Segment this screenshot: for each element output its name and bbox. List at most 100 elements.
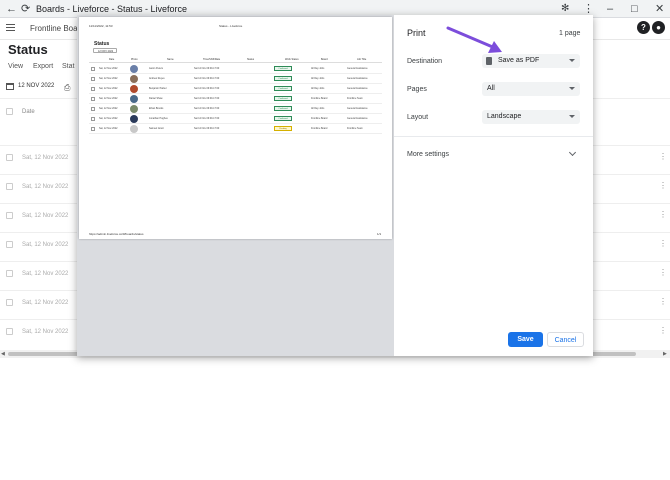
preview-col-status: Status <box>247 58 255 61</box>
row-date: Sat, 12 Nov 2022 <box>22 300 69 306</box>
preview-row-date: Sat, 12 Nov 2022 <box>99 67 118 70</box>
preview-row-avatar <box>130 115 138 123</box>
date-filter-value: 12 NOV 2022 <box>18 83 55 89</box>
preview-row-checkbox <box>91 87 95 91</box>
preview-row-name: Samuel Grant <box>149 127 164 130</box>
preview-row-name: Daniel Shaw <box>149 97 163 100</box>
preview-table-row: Sat, 12 Nov 2022 Ethan Brooks Sat 12 Nov 0… <box>89 105 382 114</box>
select-all-checkbox[interactable] <box>6 108 13 115</box>
preview-row-date: Sat, 12 Nov 2022 <box>99 77 118 80</box>
row-checkbox[interactable] <box>6 299 13 306</box>
menu-view[interactable]: View <box>8 63 23 70</box>
maximize-icon[interactable]: □ <box>631 2 638 16</box>
reload-icon[interactable]: ⟳ <box>21 2 30 16</box>
row-checkbox[interactable] <box>6 241 13 248</box>
minimize-icon[interactable]: – <box>607 2 613 16</box>
row-more-icon[interactable]: ⋮ <box>659 153 667 161</box>
row-more-icon[interactable]: ⋮ <box>659 211 667 219</box>
page-title: Status <box>8 42 48 57</box>
preview-header-title: Status - Liveforce <box>219 24 243 28</box>
print-title: Print <box>407 28 426 38</box>
preview-row-name: Benjamin Parker <box>149 87 167 90</box>
row-date: Sat, 12 Nov 2022 <box>22 242 69 248</box>
row-more-icon[interactable]: ⋮ <box>659 269 667 277</box>
row-more-icon[interactable]: ⋮ <box>659 182 667 190</box>
layout-select[interactable]: Landscape <box>482 110 580 124</box>
browser-menu-icon[interactable]: ⋮ <box>583 2 594 16</box>
row-date: Sat, 12 Nov 2022 <box>22 184 69 190</box>
preview-row-checkbox <box>91 117 95 121</box>
destination-label: Destination <box>407 58 443 65</box>
cancel-button[interactable]: Cancel <box>547 332 584 347</box>
preview-row-board: All Day Jobs <box>311 77 325 80</box>
scroll-left-icon[interactable]: ◀ <box>1 351 5 357</box>
preview-row-name: Andrew Reyes <box>149 77 165 80</box>
pages-select[interactable]: All <box>482 82 580 96</box>
help-button[interactable]: ? <box>637 21 650 34</box>
pages-value: All <box>487 85 495 92</box>
preview-row-board: All Day Jobs <box>311 107 325 110</box>
back-arrow-icon[interactable]: ← <box>6 2 17 16</box>
print-dialog: 11/11/2022, 11:53 Status - Liveforce Sta… <box>77 15 593 356</box>
preview-row-shift: Sat 12 Nov 09:00-17:00 <box>194 117 220 120</box>
preview-row-status-badge: Pending <box>274 126 292 131</box>
extensions-puzzle-icon[interactable]: ✻ <box>561 2 569 16</box>
preview-footer-page: 1/1 <box>377 232 382 236</box>
preview-row-date: Sat, 12 Nov 2022 <box>99 127 118 130</box>
column-header-date[interactable]: Date <box>22 109 35 115</box>
preview-row-name: Ethan Brooks <box>149 107 164 110</box>
preview-row-name: Jonathan Hughes <box>149 117 168 120</box>
row-checkbox[interactable] <box>6 328 13 335</box>
preview-row-date: Sat, 12 Nov 2022 <box>99 107 118 110</box>
close-icon[interactable]: ✕ <box>655 2 664 16</box>
row-more-icon[interactable]: ⋮ <box>659 327 667 335</box>
preview-row-avatar <box>130 125 138 133</box>
row-checkbox[interactable] <box>6 183 13 190</box>
save-button[interactable]: Save <box>508 332 543 347</box>
row-checkbox[interactable] <box>6 212 13 219</box>
row-date: Sat, 12 Nov 2022 <box>22 155 69 161</box>
preview-doc-title: Status <box>94 41 110 47</box>
preview-header-datetime: 11/11/2022, 11:53 <box>89 24 113 28</box>
preview-row-status-badge: Confirmed <box>274 86 292 91</box>
row-checkbox[interactable] <box>6 270 13 277</box>
row-date: Sat, 12 Nov 2022 <box>22 271 69 277</box>
layout-value: Landscape <box>487 113 522 120</box>
annotation-arrow-icon <box>446 26 502 53</box>
preview-row-checkbox <box>91 107 95 111</box>
preview-row-job-title: Frontline Team <box>347 97 363 100</box>
preview-row-shift: Sat 12 Nov 09:00-17:00 <box>194 127 220 130</box>
menu-export[interactable]: Export <box>33 63 53 70</box>
print-preview-pane: 11/11/2022, 11:53 Status - Liveforce Sta… <box>77 15 394 356</box>
preview-page: 11/11/2022, 11:53 Status - Liveforce Sta… <box>79 17 392 239</box>
hamburger-menu-icon[interactable] <box>6 24 15 32</box>
preview-row-job-title: General Assistance <box>347 77 368 80</box>
preview-row-shift: Sat 12 Nov 09:00-17:00 <box>194 97 220 100</box>
preview-table-header: Date Photo Name Time/Shift/Rate Status W… <box>89 57 382 63</box>
row-more-icon[interactable]: ⋮ <box>659 298 667 306</box>
more-settings-label: More settings <box>407 151 450 158</box>
preview-table-row: Sat, 12 Nov 2022 Samuel Grant Sat 12 Nov 0… <box>89 125 382 134</box>
preview-table-row: Sat, 12 Nov 2022 Benjamin Parker Sat 12 No… <box>89 85 382 94</box>
chevron-down-icon <box>569 115 575 118</box>
window-title: Boards - Liveforce - Status - Liveforce <box>36 4 188 14</box>
chevron-down-icon <box>569 59 575 62</box>
date-filter[interactable]: 12 NOV 2022 ⎙ <box>0 80 76 94</box>
scroll-right-icon[interactable]: ▶ <box>663 351 667 357</box>
notifications-bell-icon[interactable]: ● <box>652 21 665 34</box>
preview-col-work-status: Work Status <box>285 58 299 61</box>
preview-row-avatar <box>130 75 138 83</box>
preview-row-job-title: General Assistance <box>347 117 368 120</box>
preview-col-shift: Time/Shift/Rate <box>203 58 221 61</box>
preview-row-shift: Sat 12 Nov 09:00-17:00 <box>194 67 220 70</box>
calendar-icon <box>6 83 14 90</box>
more-settings-toggle[interactable]: More settings <box>394 145 593 163</box>
preview-row-job-title: General Assistance <box>347 107 368 110</box>
menu-status[interactable]: Stat <box>62 63 74 70</box>
row-checkbox[interactable] <box>6 154 13 161</box>
print-icon[interactable]: ⎙ <box>64 83 70 93</box>
preview-footer-url: https://admin.liveforce.co/#/boards/stat… <box>89 232 144 236</box>
row-more-icon[interactable]: ⋮ <box>659 240 667 248</box>
preview-row-job-title: General Assistance <box>347 67 368 70</box>
preview-row-status-badge: Confirmed <box>274 106 292 111</box>
